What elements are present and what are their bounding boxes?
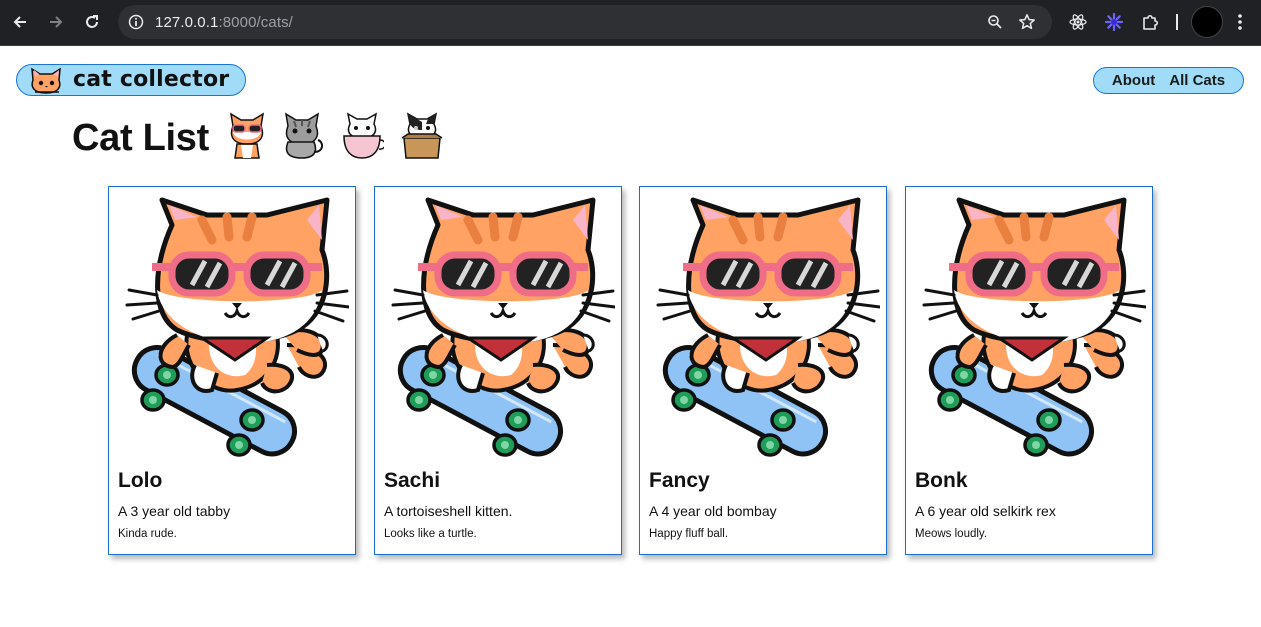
cat-description: A 6 year old selkirk rex xyxy=(915,503,1056,519)
url-host: 127.0.0.1 xyxy=(155,14,219,31)
cat-name: Sachi xyxy=(384,469,441,492)
box-cat-icon xyxy=(401,113,443,159)
cat-card-bonk[interactable]: Bonk A 6 year old selkirk rex Meows loud… xyxy=(905,186,1153,555)
back-arrow-icon[interactable] xyxy=(9,11,31,33)
cat-note: Happy fluff ball. xyxy=(649,528,729,540)
zoom-icon[interactable] xyxy=(986,13,1004,31)
cat-note: Meows loudly. xyxy=(915,528,988,540)
main-nav: About All Cats xyxy=(1093,67,1244,94)
home-logo-link[interactable]: cat collector xyxy=(16,64,246,96)
cat-card-sachi[interactable]: Sachi A tortoiseshell kitten. Looks like… xyxy=(374,186,622,555)
cat-name: Bonk xyxy=(915,469,968,492)
extension-flower-icon[interactable] xyxy=(1104,12,1124,32)
skateboard-cat-image xyxy=(648,195,880,460)
kebab-menu-icon[interactable] xyxy=(1230,12,1250,32)
nav-all-cats-link[interactable]: All Cats xyxy=(1169,72,1225,89)
site-info-icon[interactable] xyxy=(126,12,146,32)
skateboard-cat-image xyxy=(117,195,349,460)
skateboard-cat-image xyxy=(383,195,615,460)
reload-icon[interactable] xyxy=(81,11,103,33)
bookmark-star-icon[interactable] xyxy=(1018,13,1036,31)
page-title: Cat List xyxy=(72,117,209,159)
grey-tabby-cat-icon xyxy=(285,113,324,159)
url-text: 127.0.0.1:8000/cats/ xyxy=(155,14,293,31)
logo-text: cat collector xyxy=(73,67,230,92)
url-path: :8000/cats/ xyxy=(218,14,293,31)
cat-logo-icon xyxy=(31,67,61,94)
teacup-cat-icon xyxy=(343,113,384,159)
react-devtools-icon[interactable] xyxy=(1068,12,1088,32)
forward-arrow-icon[interactable] xyxy=(45,11,67,33)
toolbar-separator xyxy=(1176,14,1178,30)
cat-description: A 3 year old tabby xyxy=(118,503,231,519)
cat-description: A tortoiseshell kitten. xyxy=(384,503,513,519)
cat-note: Looks like a turtle. xyxy=(384,528,477,540)
skateboard-cat-image xyxy=(914,195,1146,460)
cat-name: Lolo xyxy=(118,469,163,492)
cat-card-fancy[interactable]: Fancy A 4 year old bombay Happy fluff ba… xyxy=(639,186,887,555)
address-bar[interactable]: 127.0.0.1:8000/cats/ xyxy=(118,5,1052,39)
cool-cat-icon xyxy=(230,113,264,159)
extensions-puzzle-icon[interactable] xyxy=(1140,12,1160,32)
cat-name: Fancy xyxy=(649,469,710,492)
nav-about-link[interactable]: About xyxy=(1112,72,1155,89)
cat-card-lolo[interactable]: Lolo A 3 year old tabby Kinda rude. xyxy=(108,186,356,555)
cat-note: Kinda rude. xyxy=(118,528,177,540)
cat-description: A 4 year old bombay xyxy=(649,503,777,519)
browser-toolbar: 127.0.0.1:8000/cats/ xyxy=(0,0,1261,46)
profile-avatar[interactable] xyxy=(1191,6,1223,38)
